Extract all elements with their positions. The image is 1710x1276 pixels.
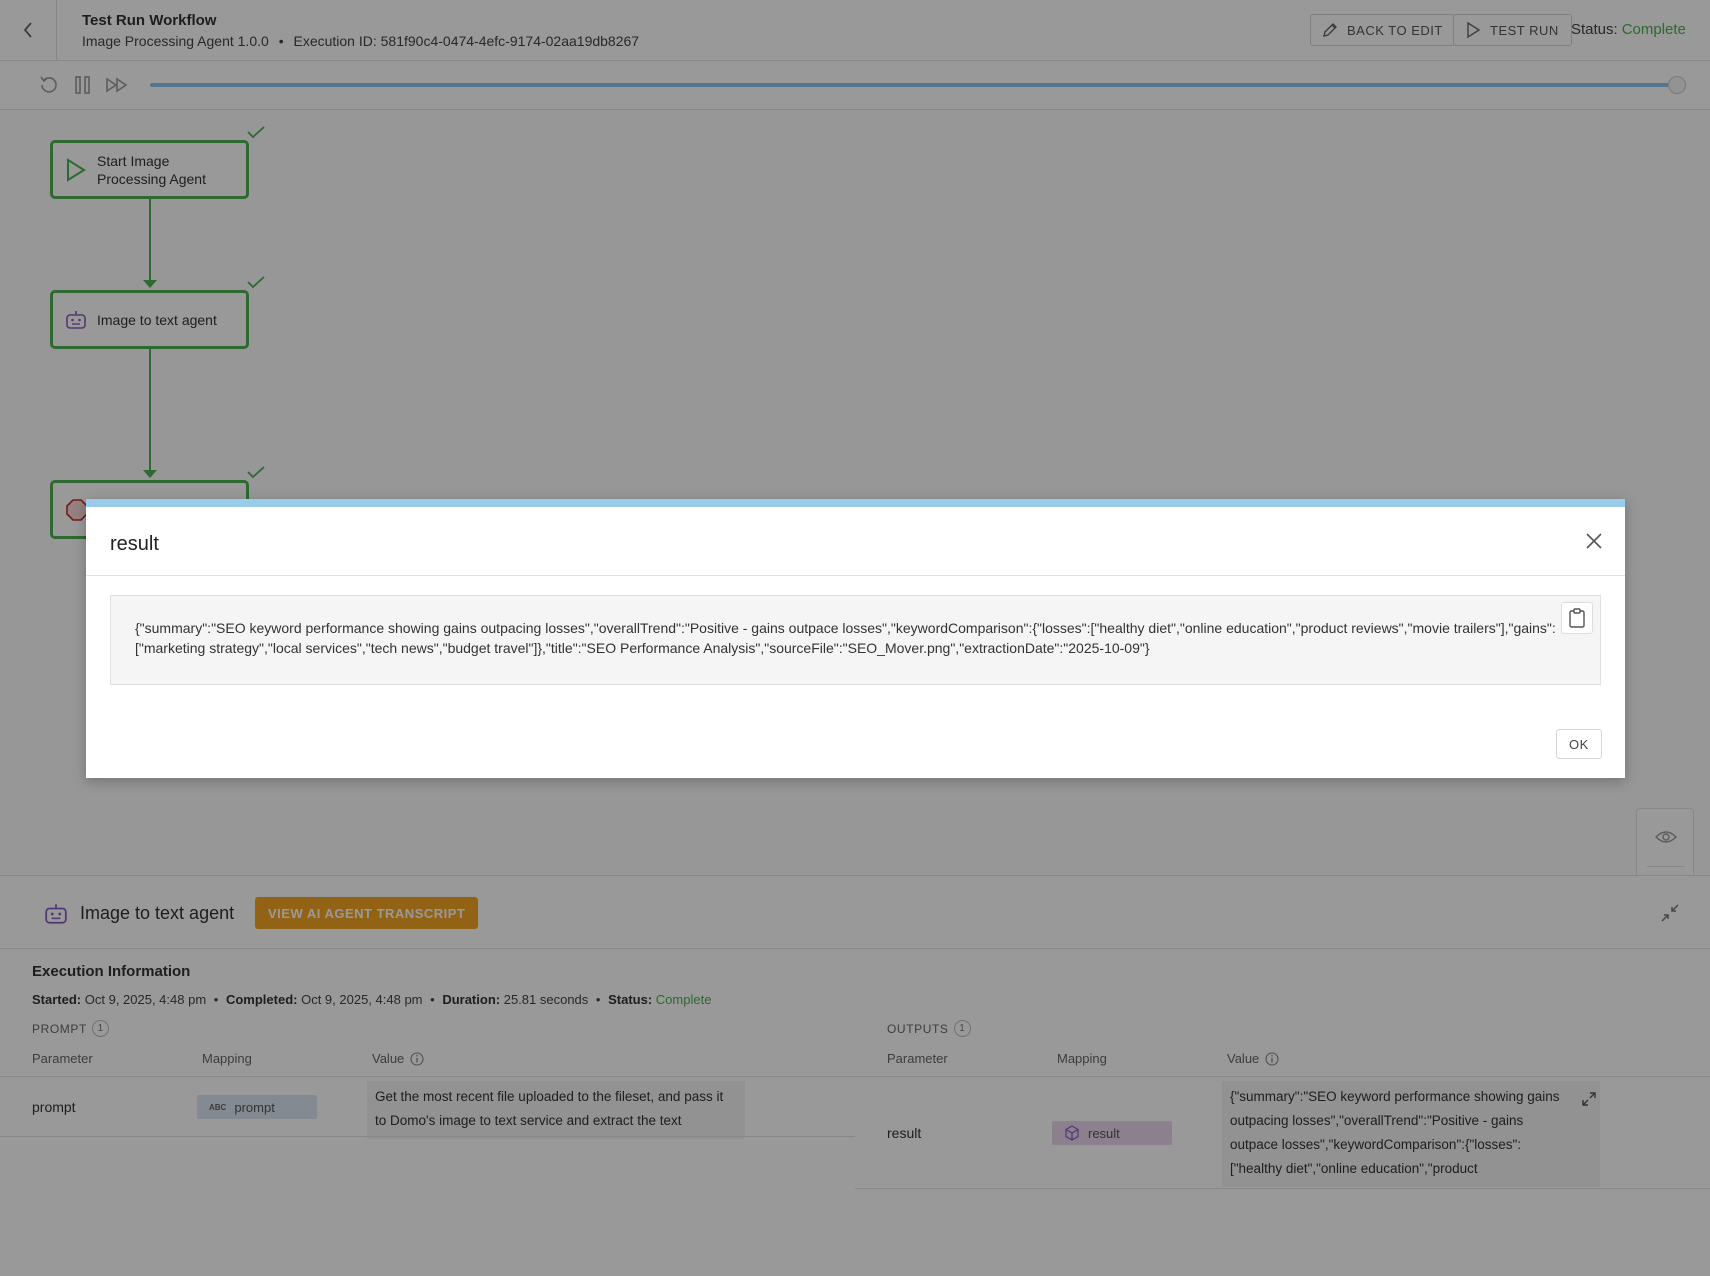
result-modal: result {"summary":"SEO keyword performan… [86, 499, 1625, 778]
copy-button[interactable] [1561, 602, 1593, 634]
ok-button[interactable]: OK [1556, 729, 1602, 759]
close-icon[interactable] [1584, 531, 1604, 551]
result-content[interactable]: {"summary":"SEO keyword performance show… [110, 595, 1601, 685]
app-root: Test Run Workflow Image Processing Agent… [0, 0, 1710, 1276]
modal-title: result [110, 533, 159, 555]
modal-divider [86, 575, 1625, 576]
clipboard-icon [1569, 608, 1585, 628]
